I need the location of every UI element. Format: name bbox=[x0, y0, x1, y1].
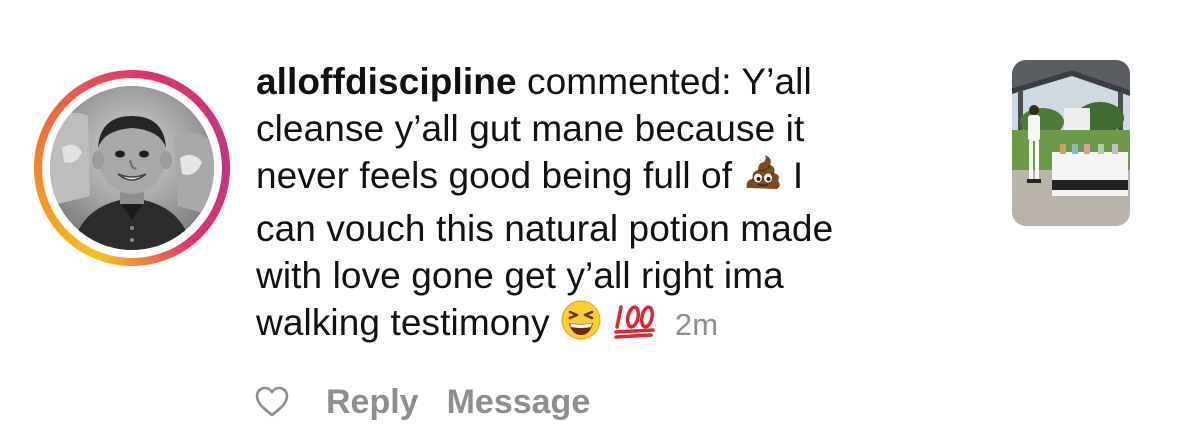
comment-line3-end: I bbox=[792, 155, 804, 196]
message-button[interactable]: Message bbox=[447, 383, 591, 422]
comment-line3: never feels good being full of bbox=[256, 155, 733, 196]
comment-line2: cleanse y’all gut mane because it bbox=[256, 108, 805, 149]
reply-button[interactable]: Reply bbox=[326, 383, 419, 422]
comment-actions: Reply Message bbox=[254, 378, 618, 426]
comment-line6: walking testimony bbox=[256, 302, 550, 343]
hundred-points-icon bbox=[613, 299, 659, 352]
comment-verb: commented: bbox=[527, 61, 732, 102]
post-thumbnail-image bbox=[1012, 60, 1130, 226]
pile-of-poo-icon bbox=[743, 154, 783, 205]
grinning-squinting-face-icon bbox=[560, 299, 602, 352]
comment-line1: Y’all bbox=[741, 61, 812, 102]
heart-outline-icon[interactable] bbox=[254, 384, 290, 420]
comment-line4: can vouch this natural potion made bbox=[256, 208, 834, 249]
comment-username[interactable]: alloffdiscipline bbox=[256, 61, 517, 102]
post-thumbnail[interactable] bbox=[1012, 60, 1130, 226]
avatar-photo bbox=[50, 86, 214, 250]
comment-line5: with love gone get y’all right ima bbox=[256, 255, 784, 296]
comment-timestamp: 2m bbox=[674, 307, 719, 342]
avatar[interactable] bbox=[50, 86, 214, 250]
avatar-story-ring[interactable] bbox=[34, 70, 230, 266]
comment-text: alloffdiscipline commented: Y’all cleans… bbox=[256, 58, 956, 352]
